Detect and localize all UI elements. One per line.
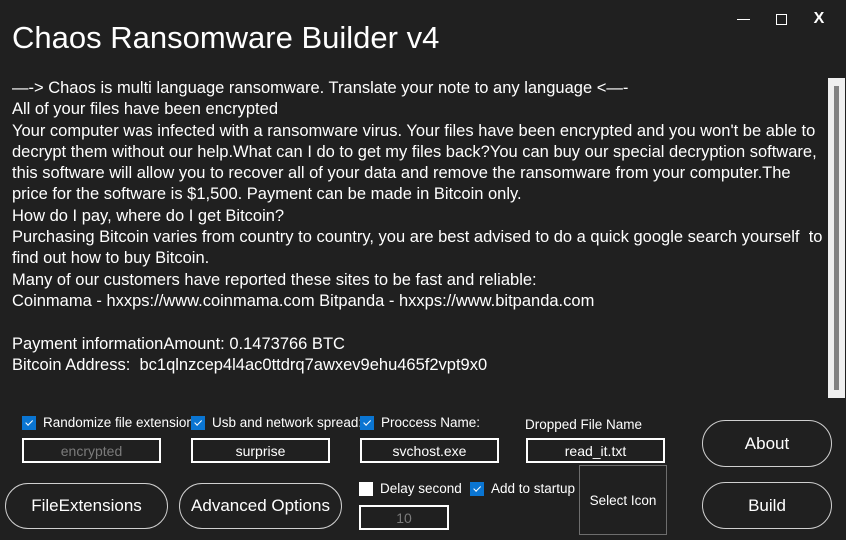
- close-button[interactable]: X: [800, 6, 838, 32]
- page-title: Chaos Ransomware Builder v4: [12, 20, 440, 55]
- usb-spread-checkbox[interactable]: [191, 415, 205, 430]
- dropped-file-name-label: Dropped File Name: [525, 417, 643, 432]
- usb-spread-row[interactable]: Usb and network spread:: [191, 415, 362, 430]
- process-name-row[interactable]: Proccess Name:: [360, 415, 480, 430]
- title-bar: Chaos Ransomware Builder v4 X: [0, 0, 846, 70]
- usb-spread-label: Usb and network spread:: [212, 415, 363, 430]
- note-scrollbar[interactable]: [828, 78, 845, 398]
- usb-spread-input[interactable]: surprise: [191, 438, 330, 463]
- build-button[interactable]: Build: [702, 482, 832, 529]
- delay-second-input[interactable]: 10: [359, 505, 449, 530]
- process-name-input[interactable]: svchost.exe: [360, 438, 499, 463]
- advanced-options-button[interactable]: Advanced Options: [179, 483, 342, 529]
- ransom-note-textarea[interactable]: —-> Chaos is multi language ransomware. …: [0, 78, 846, 400]
- randomize-extension-label: Randomize file extension:: [43, 415, 198, 430]
- maximize-button[interactable]: [762, 6, 800, 32]
- process-name-label: Proccess Name:: [381, 415, 481, 430]
- select-icon-button[interactable]: Select Icon: [579, 465, 667, 535]
- note-scrollbar-thumb[interactable]: [834, 86, 839, 390]
- app-window: Chaos Ransomware Builder v4 X —-> Chaos …: [0, 0, 846, 540]
- ransom-note-text[interactable]: —-> Chaos is multi language ransomware. …: [12, 78, 824, 376]
- delay-second-label: Delay second: [380, 481, 462, 496]
- add-to-startup-checkbox[interactable]: [470, 481, 484, 496]
- maximize-icon: [775, 13, 787, 25]
- add-to-startup-row[interactable]: Add to startup: [470, 481, 575, 496]
- delay-second-row[interactable]: Delay second: [359, 481, 462, 496]
- randomize-extension-row[interactable]: Randomize file extension:: [22, 415, 198, 430]
- randomize-extension-checkbox[interactable]: [22, 415, 36, 430]
- minimize-icon: [736, 18, 750, 20]
- process-name-checkbox[interactable]: [360, 415, 374, 430]
- dropped-file-name-input[interactable]: read_it.txt: [526, 438, 665, 463]
- close-icon: X: [813, 10, 825, 27]
- add-to-startup-label: Add to startup: [491, 481, 576, 496]
- randomize-extension-input[interactable]: encrypted: [22, 438, 161, 463]
- controls-panel: Randomize file extension: encrypted Usb …: [0, 405, 846, 540]
- about-button[interactable]: About: [702, 420, 832, 467]
- delay-second-checkbox[interactable]: [359, 481, 373, 496]
- window-controls: X: [724, 6, 838, 32]
- file-extensions-button[interactable]: FileExtensions: [5, 483, 168, 529]
- minimize-button[interactable]: [724, 6, 762, 32]
